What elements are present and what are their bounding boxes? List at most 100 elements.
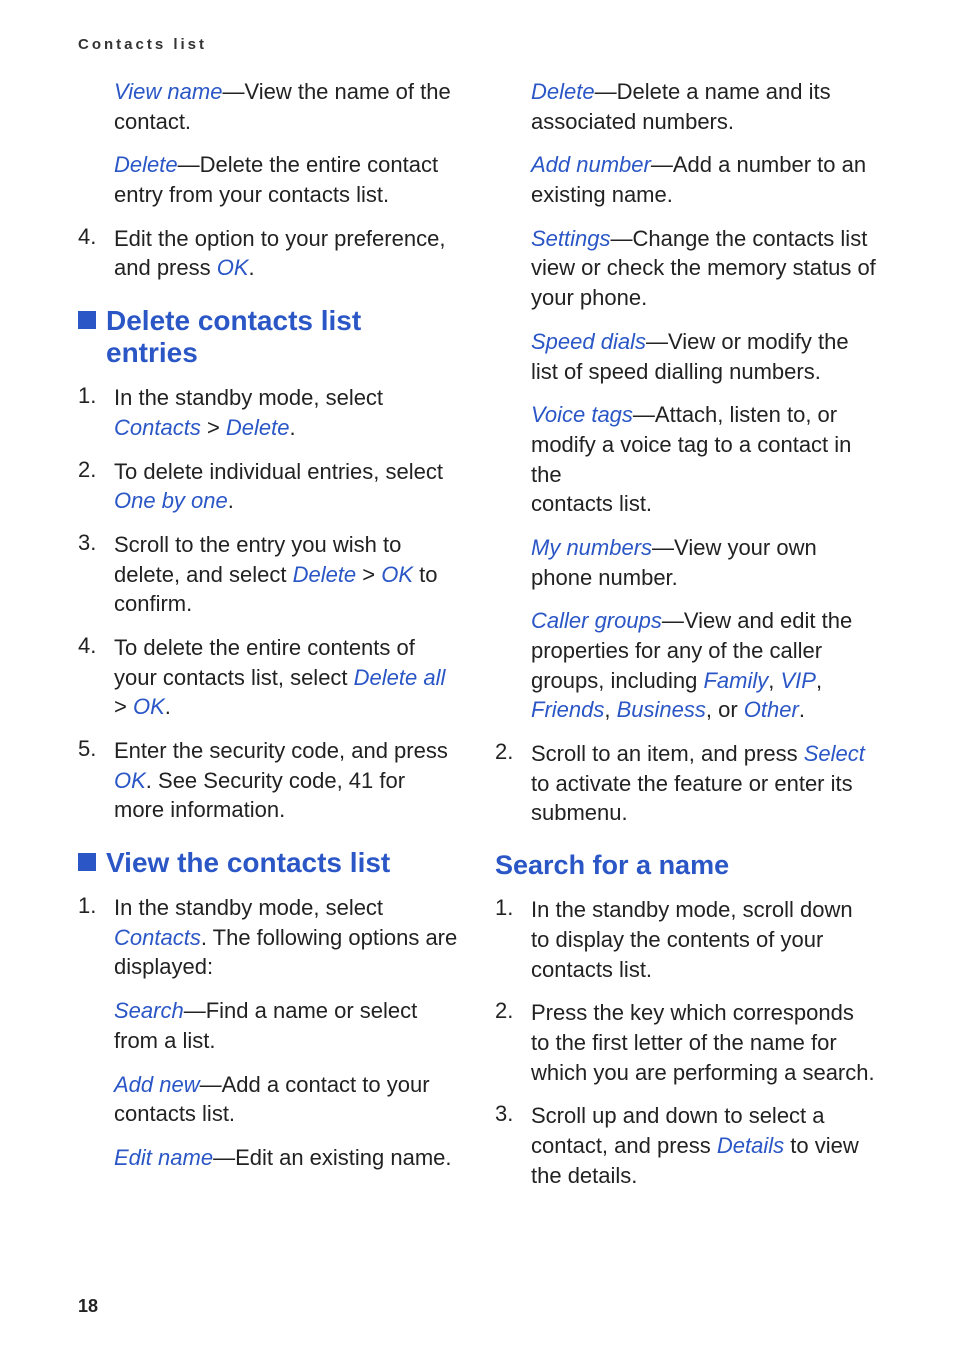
term-one-by-one: One by one [114,488,228,513]
text: Scroll to an item, and press [531,741,804,766]
heading-delete-contacts: Delete contacts list entries [78,305,459,369]
para-voice-tags: Voice tags—Attach, listen to, or modify … [495,400,876,489]
term-friends: Friends [531,697,604,722]
term-caller-groups: Caller groups [531,608,662,633]
term-voice-tags: Voice tags [531,402,633,427]
term-select: Select [804,741,865,766]
text: . [290,415,296,440]
text: > [356,562,381,587]
search-step-1: 1. In the standby mode, scroll down to d… [495,895,876,984]
term-ok: OK [217,255,249,280]
text: Edit the option to your preference, and … [114,226,445,281]
list-text: Scroll up and down to select a contact, … [531,1101,876,1190]
text: to activate the feature or enter its sub… [531,771,853,826]
term-view-name: View name [114,79,222,104]
right-column: Delete—Delete a name and its associated … [495,77,876,1204]
term-other: Other [744,697,799,722]
list-number: 1. [495,895,531,984]
para-caller-groups: Caller groups—View and edit the properti… [495,606,876,725]
list-number: 2. [495,739,531,828]
view-step-1: 1. In the standby mode, select Contacts.… [78,893,459,982]
text: , [768,668,780,693]
list-number: 2. [78,457,114,516]
text: > [114,694,133,719]
para-my-numbers: My numbers—View your own phone number. [495,533,876,592]
term-contacts: Contacts [114,925,201,950]
term-search: Search [114,998,184,1023]
delete-step-3: 3. Scroll to the entry you wish to delet… [78,530,459,619]
list-text: Press the key which corresponds to the f… [531,998,876,1087]
text: , [604,697,616,722]
list-number: 2. [495,998,531,1087]
text: . [799,697,805,722]
term-my-numbers: My numbers [531,535,652,560]
term-details: Details [717,1133,784,1158]
list-number: 3. [495,1101,531,1190]
search-step-2: 2. Press the key which corresponds to th… [495,998,876,1087]
delete-step-1: 1. In the standby mode, select Contacts … [78,383,459,442]
term-delete: Delete [531,79,595,104]
text: > [201,415,226,440]
list-number: 1. [78,383,114,442]
term-contacts: Contacts [114,415,201,440]
term-edit-name: Edit name [114,1145,213,1170]
text: contacts list. [531,491,652,516]
term-settings: Settings [531,226,611,251]
text: —Edit an existing name. [213,1145,451,1170]
list-text: Edit the option to your preference, and … [114,224,459,283]
list-number: 5. [78,736,114,825]
list-number: 1. [78,893,114,982]
list-text: In the standby mode, select Contacts. Th… [114,893,459,982]
para-add-number: Add number—Add a number to an existing n… [495,150,876,209]
page-header: Contacts list [78,36,876,53]
term-business: Business [617,697,706,722]
term-add-number: Add number [531,152,651,177]
term-add-new: Add new [114,1072,200,1097]
para-voice-tags-cont: contacts list. [495,489,876,519]
delete-step-4: 4. To delete the entire contents of your… [78,633,459,722]
text: In the standby mode, select [114,385,383,410]
list-text: In the standby mode, select Contacts > D… [114,383,459,442]
list-text: To delete the entire contents of your co… [114,633,459,722]
text: . [165,694,171,719]
term-delete: Delete [293,562,357,587]
term-ok: OK [381,562,413,587]
list-number: 4. [78,224,114,283]
list-text: Enter the security code, and press OK. S… [114,736,459,825]
term-vip: VIP [780,668,815,693]
list-number: 4. [78,633,114,722]
para-speed-dials: Speed dials—View or modify the list of s… [495,327,876,386]
text: . [249,255,255,280]
heading-view-contacts: View the contacts list [78,847,459,879]
term-ok: OK [133,694,165,719]
list-text: Scroll to an item, and press Select to a… [531,739,876,828]
para-add-new: Add new—Add a contact to your contacts l… [78,1070,459,1129]
text: Enter the security code, and press [114,738,448,763]
square-bullet-icon [78,853,96,871]
content-columns: View name—View the name of the contact. … [78,77,876,1204]
term-delete: Delete [114,152,178,177]
heading-text: View the contacts list [106,847,390,879]
para-settings: Settings—Change the contacts list view o… [495,224,876,313]
term-family: Family [703,668,768,693]
square-bullet-icon [78,311,96,329]
para-r-delete: Delete—Delete a name and its associated … [495,77,876,136]
delete-step-2: 2. To delete individual entries, select … [78,457,459,516]
delete-step-5: 5. Enter the security code, and press OK… [78,736,459,825]
item-4-edit-option: 4. Edit the option to your preference, a… [78,224,459,283]
left-column: View name—View the name of the contact. … [78,77,459,1204]
para-delete: Delete—Delete the entire contact entry f… [78,150,459,209]
list-text: To delete individual entries, select One… [114,457,459,516]
heading-search-name: Search for a name [495,850,876,881]
term-ok: OK [114,768,146,793]
para-view-name: View name—View the name of the contact. [78,77,459,136]
text: In the standby mode, select [114,895,383,920]
list-number: 3. [78,530,114,619]
term-speed-dials: Speed dials [531,329,646,354]
term-delete-all: Delete all [354,665,446,690]
list-text: In the standby mode, scroll down to disp… [531,895,876,984]
heading-text: Delete contacts list entries [106,305,459,369]
text: To delete individual entries, select [114,459,443,484]
text: , [816,668,822,693]
page-number: 18 [78,1296,98,1317]
